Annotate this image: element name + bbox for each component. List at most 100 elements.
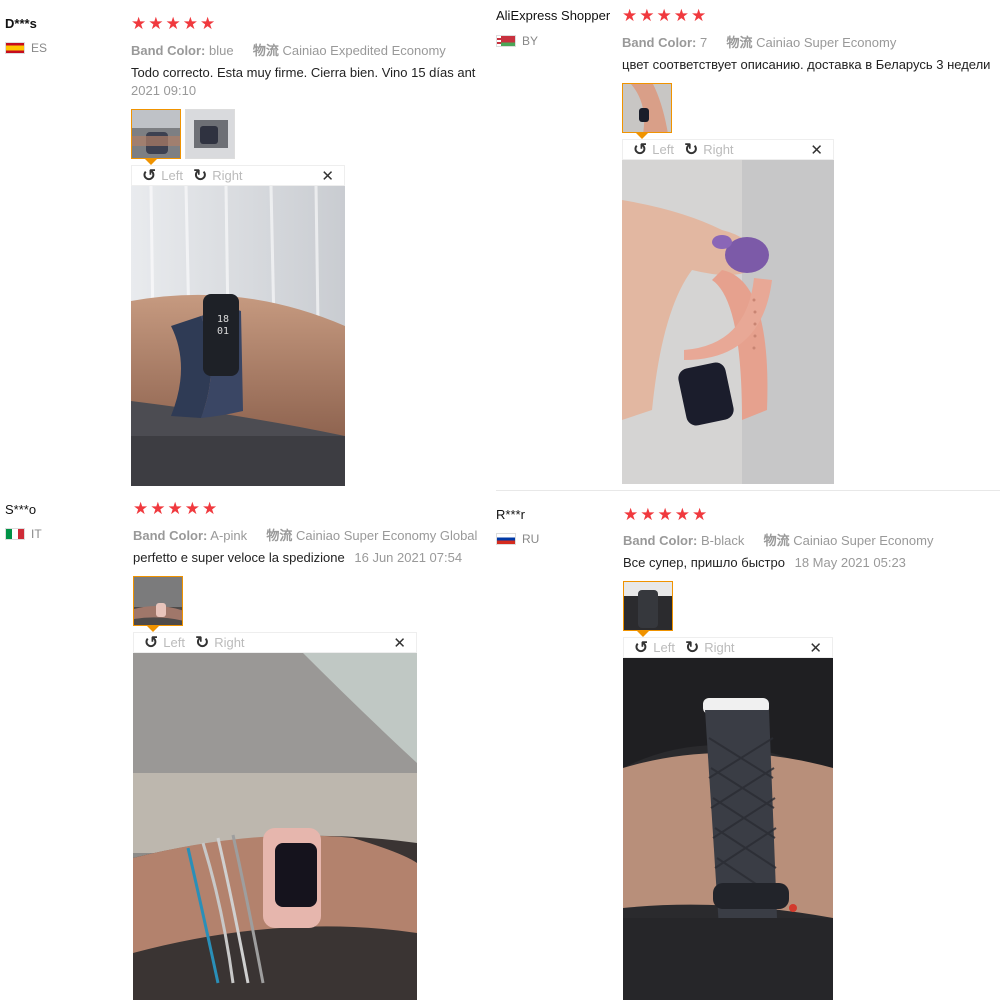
photo-thumbnail[interactable] bbox=[185, 109, 235, 159]
star-icon: ★ bbox=[182, 14, 198, 33]
close-icon[interactable]: ✕ bbox=[321, 167, 334, 185]
rotate-right-label: Right bbox=[212, 168, 243, 183]
rotate-right-label: Right bbox=[703, 142, 734, 157]
band-color-label: Band Color: bbox=[133, 528, 208, 543]
star-icon: ★ bbox=[133, 499, 149, 518]
image-viewer-toolbar: ↺ Left ↻ Right ✕ bbox=[133, 632, 417, 653]
band-color-value: blue bbox=[209, 43, 234, 58]
rotate-left-button[interactable]: ↺ Left bbox=[634, 639, 675, 656]
rotate-right-icon: ↻ bbox=[194, 633, 210, 652]
shipping-label: 物流 bbox=[726, 35, 753, 50]
close-icon[interactable]: ✕ bbox=[809, 639, 822, 657]
image-viewer-toolbar: ↺ Left ↻ Right ✕ bbox=[131, 165, 345, 186]
review-photo bbox=[133, 653, 417, 1000]
order-info: Band Color: blue 物流 Cainiao Expedited Ec… bbox=[131, 40, 446, 59]
shipping-label: 物流 bbox=[763, 533, 790, 548]
order-info: Band Color: B-black 物流 Cainiao Super Eco… bbox=[623, 530, 933, 549]
shipping-label: 物流 bbox=[252, 43, 279, 58]
review-date: 18 May 2021 05:23 bbox=[794, 555, 906, 570]
order-info: Band Color: 7 物流 Cainiao Super Economy bbox=[622, 32, 896, 51]
rotate-right-icon: ↻ bbox=[192, 166, 208, 185]
rating-stars: ★ ★ ★ ★ ★ bbox=[133, 500, 217, 517]
reviewer-name: R***r bbox=[496, 507, 525, 522]
photo-thumbnail[interactable] bbox=[622, 83, 672, 133]
image-viewer-toolbar: ↺ Left ↻ Right ✕ bbox=[623, 637, 833, 658]
flag-it-icon bbox=[5, 528, 25, 540]
rotate-right-button[interactable]: ↻ Right bbox=[684, 141, 734, 158]
rotate-right-icon: ↻ bbox=[684, 638, 700, 657]
rotate-left-icon: ↺ bbox=[144, 633, 159, 652]
review-text: Todo correcto. Esta muy firme. Cierra bi… bbox=[131, 65, 476, 80]
shipping-label: 物流 bbox=[266, 528, 293, 543]
close-icon[interactable]: ✕ bbox=[810, 141, 823, 159]
review-date: 16 Jun 2021 07:54 bbox=[354, 550, 463, 565]
star-icon: ★ bbox=[640, 505, 656, 524]
svg-text:01: 01 bbox=[217, 326, 229, 337]
photo-thumbnail[interactable] bbox=[131, 109, 181, 159]
review-photo bbox=[622, 160, 834, 484]
flag-es-icon bbox=[5, 42, 25, 54]
rating-stars: ★ ★ ★ ★ ★ bbox=[622, 7, 706, 24]
star-icon: ★ bbox=[656, 6, 672, 25]
rotate-left-label: Left bbox=[653, 640, 675, 655]
star-icon: ★ bbox=[202, 499, 218, 518]
star-icon: ★ bbox=[150, 499, 166, 518]
review-text: Все супер, пришло быстро 18 May 2021 05:… bbox=[623, 555, 906, 570]
rotate-left-button[interactable]: ↺ Left bbox=[142, 167, 183, 184]
review-text: perfetto e super veloce la spedizione 16… bbox=[133, 550, 462, 565]
reviewer-country: ES bbox=[5, 41, 47, 55]
rotate-right-button[interactable]: ↻ Right bbox=[193, 167, 243, 184]
shipping-value: Cainiao Expedited Economy bbox=[282, 43, 446, 58]
star-icon: ★ bbox=[165, 14, 181, 33]
photo-thumbnail[interactable] bbox=[623, 581, 673, 631]
star-icon: ★ bbox=[639, 6, 655, 25]
svg-text:18: 18 bbox=[217, 314, 229, 325]
star-icon: ★ bbox=[200, 14, 216, 33]
order-info: Band Color: A-pink 物流 Cainiao Super Econ… bbox=[133, 525, 477, 544]
band-color-value: B-black bbox=[701, 533, 745, 548]
review-date: 2021 09:10 bbox=[131, 83, 197, 98]
reviewer-name: AliExpress Shopper bbox=[496, 8, 611, 23]
rotate-right-button[interactable]: ↻ Right bbox=[195, 634, 245, 651]
photo-thumbnail[interactable] bbox=[133, 576, 183, 626]
star-icon: ★ bbox=[167, 499, 183, 518]
rating-stars: ★ ★ ★ ★ ★ bbox=[131, 15, 215, 32]
reviewer-name: D***s bbox=[5, 16, 37, 31]
country-code: IT bbox=[31, 527, 42, 541]
band-color-label: Band Color: bbox=[623, 533, 698, 548]
reviewer-country: BY bbox=[496, 34, 538, 48]
star-icon: ★ bbox=[657, 505, 673, 524]
reviewer-name: S***o bbox=[5, 502, 37, 517]
rotate-right-label: Right bbox=[214, 635, 245, 650]
image-viewer-toolbar: ↺ Left ↻ Right ✕ bbox=[622, 139, 834, 160]
reviewer-country: RU bbox=[496, 532, 539, 546]
flag-by-icon bbox=[496, 35, 516, 47]
star-icon: ★ bbox=[673, 6, 689, 25]
rotate-left-label: Left bbox=[163, 635, 185, 650]
shipping-value: Cainiao Super Economy Global bbox=[296, 528, 478, 543]
rotate-left-icon: ↺ bbox=[633, 140, 648, 159]
band-color-label: Band Color: bbox=[131, 43, 206, 58]
country-code: ES bbox=[31, 41, 48, 55]
rotate-left-button[interactable]: ↺ Left bbox=[144, 634, 185, 651]
star-icon: ★ bbox=[131, 14, 147, 33]
close-icon[interactable]: ✕ bbox=[393, 634, 406, 652]
rotate-left-label: Left bbox=[652, 142, 674, 157]
flag-ru-icon bbox=[496, 533, 516, 545]
band-color-label: Band Color: bbox=[622, 35, 697, 50]
rotate-left-icon: ↺ bbox=[142, 166, 157, 185]
star-icon: ★ bbox=[623, 505, 639, 524]
star-icon: ★ bbox=[622, 6, 638, 25]
review-photo: 18 01 bbox=[131, 186, 345, 486]
rotate-right-button[interactable]: ↻ Right bbox=[685, 639, 735, 656]
band-color-value: 7 bbox=[700, 35, 708, 50]
country-code: RU bbox=[522, 532, 540, 546]
rotate-left-icon: ↺ bbox=[634, 638, 649, 657]
band-color-value: A-pink bbox=[210, 528, 248, 543]
star-icon: ★ bbox=[692, 505, 708, 524]
rotate-right-icon: ↻ bbox=[683, 140, 699, 159]
rating-stars: ★ ★ ★ ★ ★ bbox=[623, 506, 707, 523]
rotate-left-button[interactable]: ↺ Left bbox=[633, 141, 674, 158]
country-code: BY bbox=[522, 34, 539, 48]
shipping-value: Cainiao Super Economy bbox=[793, 533, 934, 548]
